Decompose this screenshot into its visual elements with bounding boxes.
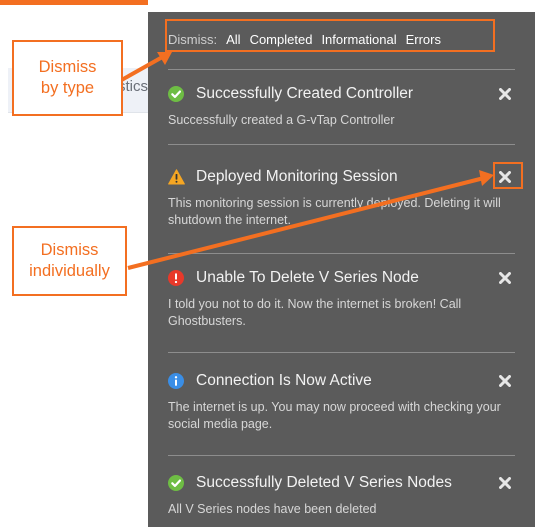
notification-title: Deployed Monitoring Session [196,168,398,185]
notification-title: Connection Is Now Active [196,372,372,389]
notification-message: All V Series nodes have been deleted [168,502,377,516]
divider [168,144,515,145]
callout-text: Dismiss individually [29,241,110,280]
close-icon[interactable] [495,268,515,288]
notification-item: Successfully Deleted V Series Nodes All … [168,471,515,518]
close-icon[interactable] [495,84,515,104]
close-icon[interactable] [495,371,515,391]
divider [168,352,515,353]
notification-title: Successfully Created Controller [196,85,414,102]
notification-message: This monitoring session is currently dep… [168,196,501,227]
divider [168,455,515,456]
notification-item: Deployed Monitoring Session This monitor… [168,165,515,229]
warning-triangle-icon [168,169,185,185]
notification-item: Unable To Delete V Series Node I told yo… [168,266,515,330]
notification-message: Successfully created a G-vTap Controller [168,113,395,127]
divider [168,69,515,70]
notifications-panel: Dismiss: All Completed Informational Err… [148,12,535,527]
top-accent-bar [0,0,148,5]
dismiss-by-type-callout: Dismiss by type [12,40,123,116]
notification-title: Unable To Delete V Series Node [196,269,419,286]
info-circle-icon [168,373,184,389]
dismiss-individually-highlight [493,162,523,189]
notification-message: The internet is up. You may now proceed … [168,400,501,431]
notification-item: Connection Is Now Active The internet is… [168,369,515,433]
notification-message: I told you not to do it. Now the interne… [168,297,462,328]
notification-item: Successfully Created Controller Successf… [168,82,515,129]
dismiss-individually-callout: Dismiss individually [12,226,127,296]
callout-text: Dismiss by type [38,58,97,97]
dismiss-by-type-highlight [165,19,495,52]
error-circle-icon [168,270,184,286]
close-icon[interactable] [495,473,515,493]
notification-title: Successfully Deleted V Series Nodes [196,474,452,491]
check-circle-icon [168,475,184,491]
divider [168,253,515,254]
check-circle-icon [168,86,184,102]
